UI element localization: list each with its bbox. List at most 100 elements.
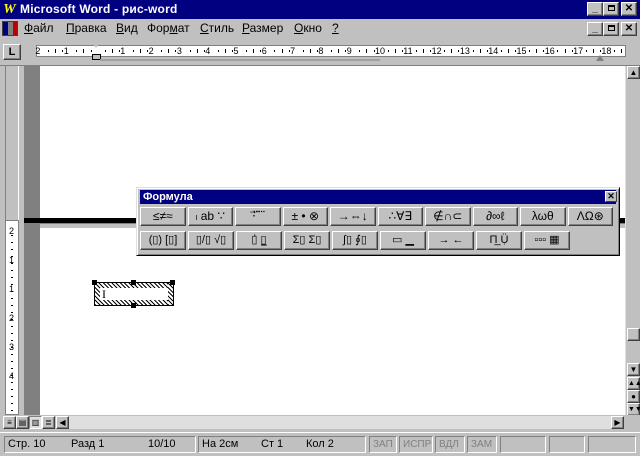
menu-format[interactable]: Формат <box>147 21 190 35</box>
formula-template-button[interactable]: (▯) [▯] <box>140 231 186 250</box>
doc-restore-button[interactable] <box>603 22 619 36</box>
menu-window[interactable]: Окно <box>294 21 322 35</box>
status-ovr[interactable]: ЗАМ <box>467 436 497 453</box>
status-rec[interactable]: ЗАП <box>369 436 397 453</box>
outline-view-button[interactable]: ≣ <box>42 416 55 429</box>
scroll-up-button[interactable]: ▲ <box>627 66 640 79</box>
formula-palette-button[interactable]: ₗ ab ∵ <box>187 207 233 226</box>
menu-file[interactable]: Файл <box>24 21 54 35</box>
formula-template-button[interactable]: Π̲ Ụ̈ <box>476 231 522 250</box>
ruler-tick <box>132 50 134 52</box>
menu-help[interactable]: ? <box>332 21 339 35</box>
layout-view-button[interactable]: ▤ <box>16 416 29 429</box>
ruler-number: 3 <box>176 46 182 56</box>
formula-template-button[interactable]: ∫▯ ∮▯ <box>332 231 378 250</box>
document-icon[interactable] <box>2 21 18 36</box>
menu-edit[interactable]: Правка <box>66 21 107 35</box>
object-handle[interactable] <box>92 280 97 285</box>
ruler-number: 1 <box>63 46 69 56</box>
ruler-tick <box>507 49 509 53</box>
vruler-top-strip <box>5 66 19 220</box>
status-position: На 2см Ст 1 Кол 2 <box>198 436 366 453</box>
formula-template-button[interactable]: → ← <box>428 231 474 250</box>
doc-minimize-button[interactable]: _ <box>587 22 603 36</box>
scroll-down-button[interactable]: ▼ <box>627 363 640 376</box>
ruler-tick <box>302 50 304 52</box>
select-browse-button[interactable]: ● <box>627 390 640 403</box>
ruler-tick <box>260 50 262 52</box>
close-button[interactable]: ✕ <box>621 2 637 16</box>
ruler-tick <box>118 50 120 52</box>
formula-palette-button[interactable]: λωθ <box>520 207 566 226</box>
formula-palette-button[interactable]: ≤≠≈ <box>140 207 186 226</box>
ruler-number: 10 <box>375 46 386 56</box>
formula-palette-button[interactable]: ∴∀∃ <box>377 207 423 226</box>
ruler-tick <box>189 50 191 52</box>
formula-palette-button[interactable]: ± • ⊗ <box>282 207 328 226</box>
formula-palette-button[interactable]: ΛΩ⊛ <box>567 207 613 226</box>
formula-palette-button[interactable]: ∂∞ℓ <box>472 207 518 226</box>
minimize-button[interactable]: _ <box>587 2 603 16</box>
ruler-tick <box>246 50 248 52</box>
page-view-button[interactable]: ▥ <box>29 416 42 429</box>
formula-palette-button[interactable]: ∉∩⊂ <box>425 207 471 226</box>
ruler-tick <box>472 50 474 52</box>
formula-template-button[interactable]: Σ▯ Σ▯ <box>284 231 330 250</box>
vruler-tick <box>11 333 13 334</box>
vruler-tick <box>11 403 13 404</box>
vruler-tick <box>11 284 13 285</box>
ruler-tick <box>359 50 361 52</box>
status-ext[interactable]: ВДЛ <box>435 436 465 453</box>
prev-page-button[interactable]: ▲▲ <box>627 377 640 390</box>
ruler-tick <box>288 50 290 52</box>
ruler-strip[interactable]: 2 1 1 2 3 4 5 6 7 8 9 10 11 12 13 14 15 16 17 18 <box>35 45 626 57</box>
hscroll-track[interactable] <box>69 416 611 429</box>
ruler-number: 2 <box>35 46 41 56</box>
ruler-tick <box>175 50 177 52</box>
formula-template-button[interactable]: ▭ ▁ <box>380 231 426 250</box>
formula-toolbar-title[interactable]: Формула ✕ <box>140 190 617 204</box>
formula-object[interactable]: I <box>92 280 175 308</box>
horizontal-ruler: L 2 1 1 2 3 4 5 6 7 8 9 10 11 12 13 14 15 16 17 18 <box>0 39 640 66</box>
ruler-tick <box>529 50 531 52</box>
formula-template-button[interactable]: ▯̇ ▯̲ <box>236 231 282 250</box>
formula-template-button[interactable]: ▯/▯ √▯ <box>188 231 234 250</box>
object-handle[interactable] <box>131 303 136 308</box>
object-handle[interactable] <box>131 280 136 285</box>
vruler-tick <box>11 291 13 292</box>
formula-palette-button[interactable]: →⇔↓ <box>330 207 376 226</box>
doc-close-button[interactable]: ✕ <box>621 22 637 36</box>
vruler-tick <box>11 340 13 341</box>
ruler-tick <box>444 50 446 52</box>
vertical-ruler-strip[interactable]: 211234 <box>5 220 19 415</box>
formula-template-button[interactable]: ▫▫▫ ▦ <box>524 231 570 250</box>
ruler-tick <box>401 50 403 52</box>
menu-view[interactable]: Вид <box>116 21 138 35</box>
menu-style[interactable]: Стиль <box>200 21 234 35</box>
object-handle[interactable] <box>170 280 175 285</box>
vruler-tick <box>11 396 13 397</box>
scroll-left-button[interactable]: ◀ <box>56 416 69 429</box>
right-margin-marker[interactable] <box>596 55 604 61</box>
formula-palette-button[interactable]: ⋅⃗ ⃛ ⃜ <box>235 207 281 226</box>
formula-toolbar[interactable]: Формула ✕ ≤≠≈ ₗ ab ∵ ⋅⃗ ⃛ ⃜ ± • ⊗ →⇔↓ ∴∀∃ ∉∩⊂ ∂… <box>136 187 620 256</box>
status-bar: Стр. 10 Разд 1 10/10 На 2см Ст 1 Кол 2 З… <box>0 432 640 456</box>
ruler-tick <box>168 49 170 53</box>
scroll-thumb[interactable] <box>627 328 640 341</box>
vertical-scrollbar[interactable]: ▲ ▼ ▲▲ ● ▼▼ <box>625 66 640 416</box>
scroll-right-button[interactable]: ▶ <box>611 416 624 429</box>
status-page: Стр. 10 Разд 1 10/10 <box>4 436 196 453</box>
tab-selector-button[interactable]: L <box>3 44 21 60</box>
ruler-tick <box>196 49 198 53</box>
normal-view-button[interactable]: ≡ <box>3 416 16 429</box>
restore-icon <box>608 25 615 31</box>
title-bar: W Microsoft Word - рис-word _ ✕ <box>0 0 640 19</box>
status-trk[interactable]: ИСПР <box>399 436 433 453</box>
formula-close-button[interactable]: ✕ <box>605 191 617 202</box>
ruler-tick <box>458 50 460 52</box>
ruler-tick <box>614 50 616 52</box>
ruler-tick <box>316 50 318 52</box>
restore-button[interactable] <box>603 2 619 16</box>
menu-size[interactable]: Размер <box>242 21 283 35</box>
word-app-icon[interactable]: W <box>2 2 17 17</box>
